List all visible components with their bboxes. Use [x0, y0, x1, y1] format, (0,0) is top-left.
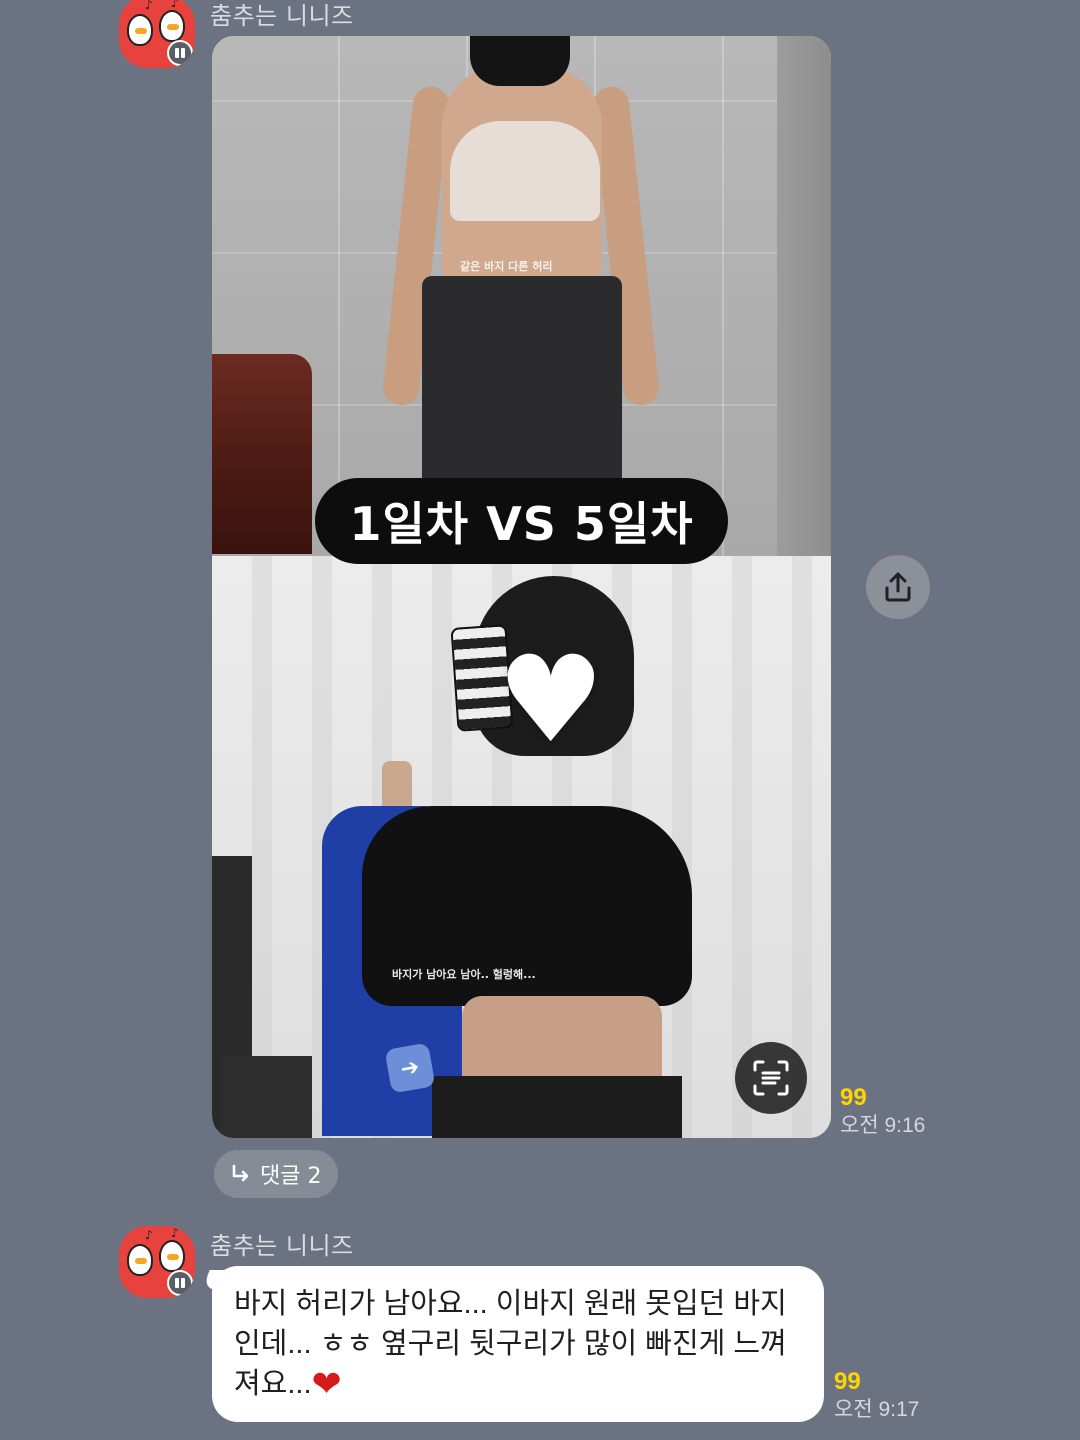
- unread-count: 99: [840, 1084, 867, 1111]
- arrow-sticker-icon: ➔: [384, 1042, 436, 1094]
- message-meta: 99 오전 9:16: [840, 1084, 925, 1140]
- text-scan-icon: [753, 1060, 789, 1096]
- share-icon: [885, 572, 911, 602]
- channel-badge-icon: [167, 1270, 193, 1296]
- chat-room: ♪ ♪ 춤추는 니니즈 같은 바지 다른 허리 1일차 VS 5일차 ♥ 바지가…: [0, 0, 1080, 1440]
- message-time: 오전 9:17: [834, 1398, 920, 1421]
- sender-avatar[interactable]: ♪ ♪: [119, 1226, 195, 1298]
- reply-arrow-icon: [232, 1164, 249, 1182]
- photo-caption-bottom: 바지가 남아요 남아.. 헐렁해...: [392, 968, 536, 981]
- reply-count-label: 댓글 2: [260, 1164, 322, 1189]
- sender-avatar[interactable]: ♪ ♪: [119, 0, 195, 68]
- reply-thread-button[interactable]: 댓글 2: [214, 1150, 338, 1198]
- photo-caption-top: 같은 바지 다른 허리: [460, 260, 553, 273]
- duck-character-icon: [159, 1240, 185, 1272]
- photo-message[interactable]: 같은 바지 다른 허리 1일차 VS 5일차 ♥ 바지가 남아요 남아.. 헐렁…: [212, 36, 831, 1138]
- red-heart-emoji-icon: ❤: [311, 1363, 342, 1404]
- music-note-icon: ♪: [145, 1228, 153, 1242]
- music-note-icon: ♪: [171, 0, 179, 10]
- sender-name: 춤추는 니니즈: [210, 1232, 354, 1260]
- furniture: [212, 354, 312, 554]
- sender-name: 춤추는 니니즈: [210, 2, 354, 30]
- duck-character-icon: [127, 1244, 153, 1276]
- message-time: 오전 9:16: [840, 1114, 926, 1137]
- text-message-bubble[interactable]: 바지 허리가 남아요... 이바지 원래 못입던 바지인데... ㅎㅎ 옆구리 …: [212, 1266, 824, 1422]
- music-note-icon: ♪: [145, 0, 153, 12]
- text-scan-button[interactable]: [735, 1042, 807, 1114]
- message-meta: 99 오전 9:17: [834, 1368, 919, 1424]
- unread-count: 99: [834, 1368, 861, 1395]
- white-heart-sticker-icon: ♥: [497, 631, 605, 770]
- share-button[interactable]: [866, 555, 930, 619]
- after-photo: ♥ 바지가 남아요 남아.. 헐렁해... ➔: [212, 556, 831, 1138]
- comparison-label: 1일차 VS 5일차: [315, 478, 728, 564]
- duck-character-icon: [159, 10, 185, 42]
- music-note-icon: ♪: [171, 1226, 179, 1240]
- duck-character-icon: [127, 14, 153, 46]
- channel-badge-icon: [167, 40, 193, 66]
